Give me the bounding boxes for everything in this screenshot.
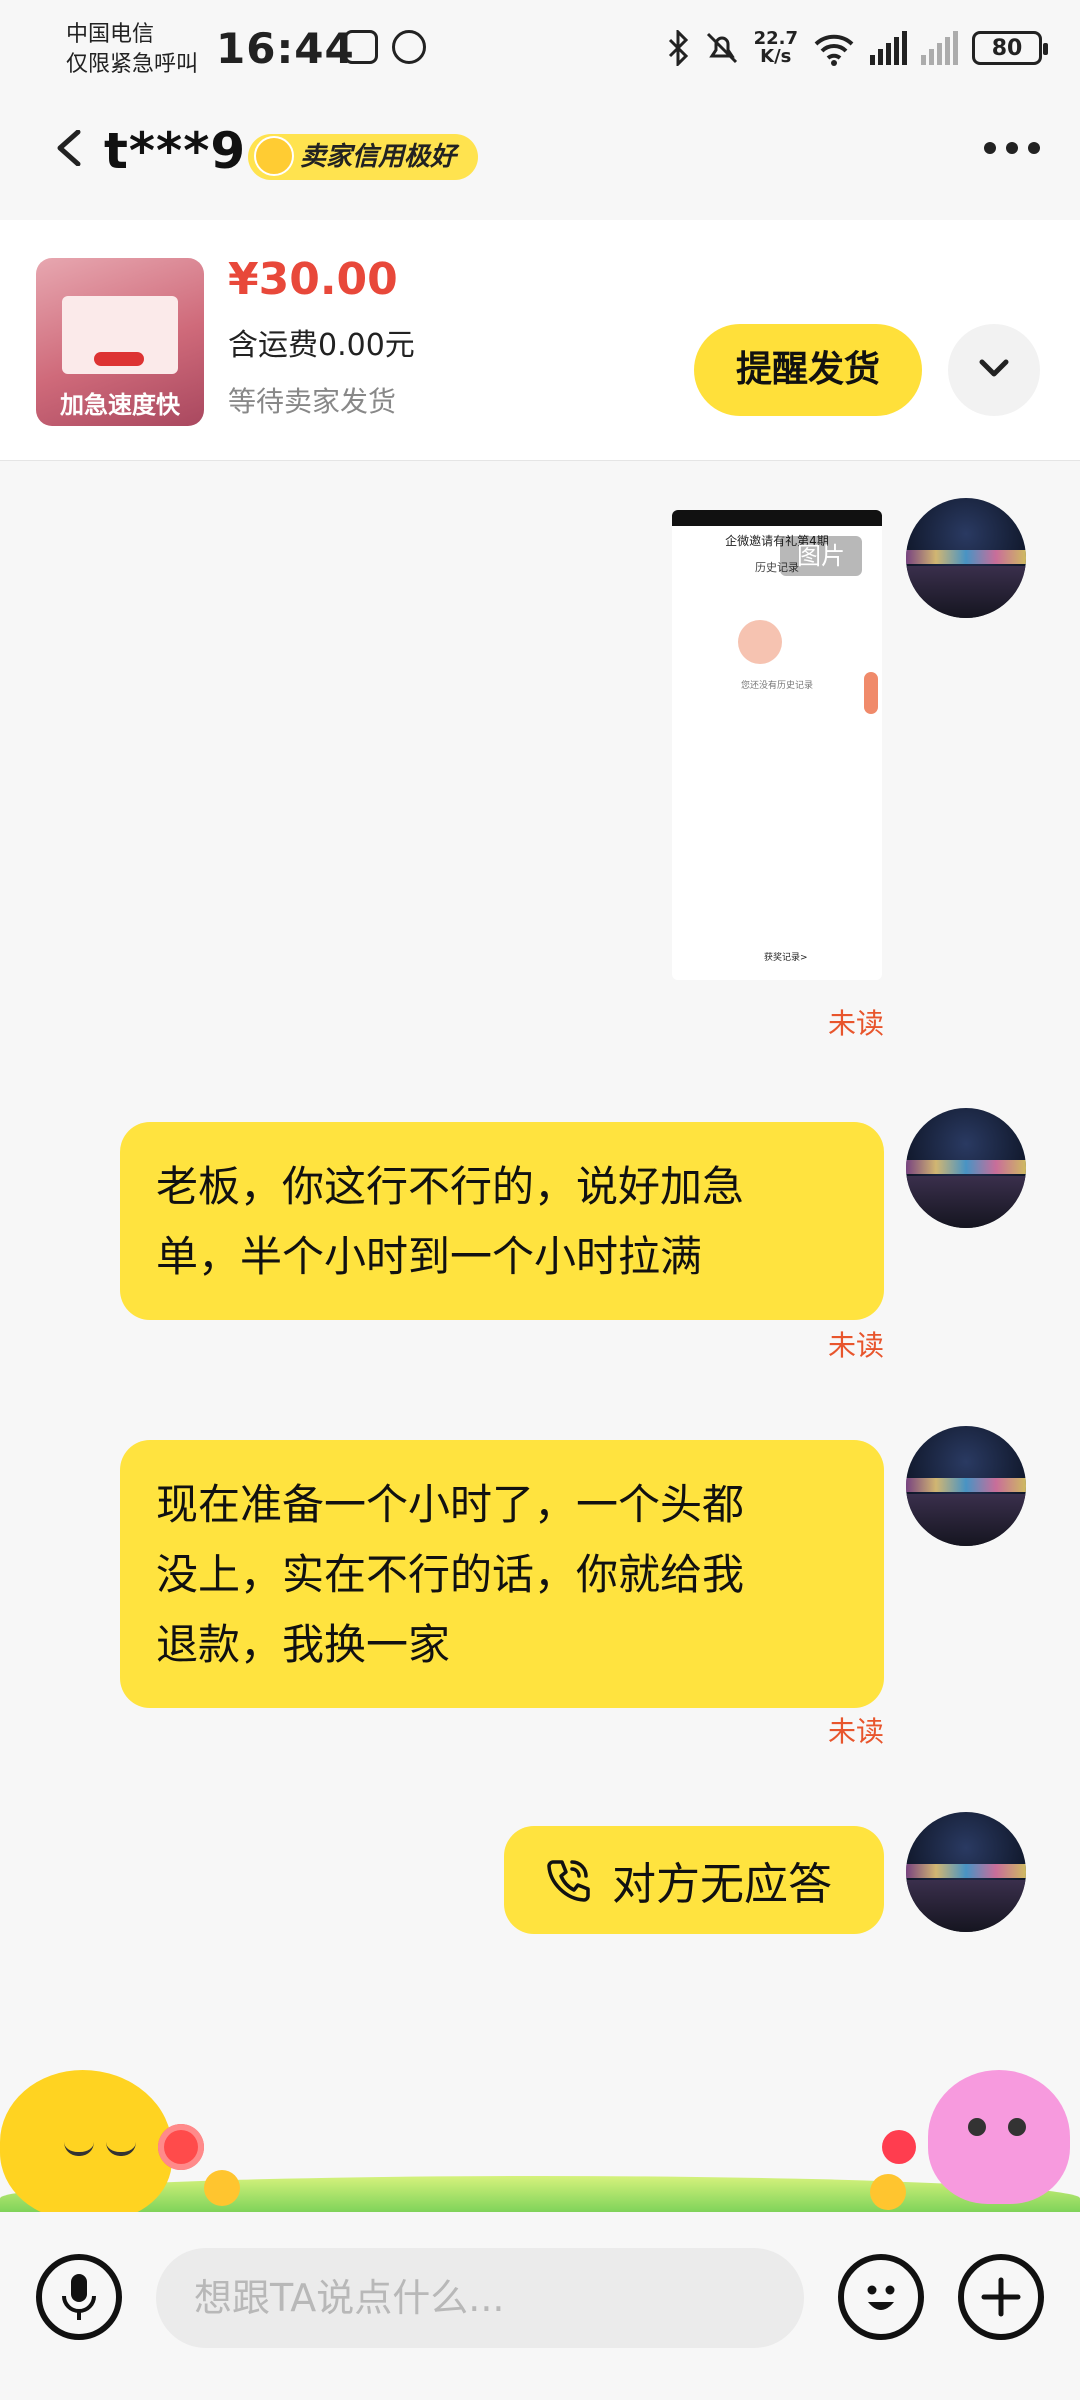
expand-button[interactable] bbox=[948, 324, 1040, 416]
image-tag: 图片 bbox=[780, 536, 862, 576]
chevron-down-icon bbox=[979, 359, 1009, 377]
call-status-text: 对方无应答 bbox=[612, 1859, 832, 1910]
image-preview-side-tag bbox=[864, 672, 878, 714]
product-price: ¥30.00 bbox=[228, 254, 398, 305]
message-line: 单，半个小时到一个小时拉满 bbox=[156, 1232, 703, 1281]
nfc-icon bbox=[344, 30, 378, 64]
smiley-face-icon bbox=[867, 2285, 895, 2310]
pig-mascot-icon bbox=[738, 620, 782, 664]
flower-icon bbox=[158, 2124, 204, 2170]
octopus-mascot-icon bbox=[928, 2070, 1070, 2204]
avatar[interactable] bbox=[906, 1812, 1026, 1932]
image-message[interactable]: 企微邀请有礼第4期 历史记录 您还没有历史记录 获奖记录> 图片 bbox=[672, 510, 882, 980]
call-message[interactable]: 对方无应答 bbox=[504, 1826, 884, 1934]
bluetooth-icon bbox=[668, 30, 688, 66]
avatar[interactable] bbox=[906, 1426, 1026, 1546]
network-speed: 22.7 K/s bbox=[754, 30, 798, 66]
order-status: 等待卖家发货 bbox=[228, 385, 397, 418]
unread-status: 未读 bbox=[827, 1007, 884, 1040]
coin-icon bbox=[204, 2170, 240, 2206]
chick-mascot-icon bbox=[0, 2070, 172, 2212]
phone-icon bbox=[547, 1860, 590, 1902]
message-line: 退款，我换一家 bbox=[156, 1620, 451, 1669]
status-icons: 22.7 K/s 80 bbox=[666, 26, 1048, 70]
5g-signal-icon bbox=[870, 31, 907, 65]
network-speed-unit: K/s bbox=[760, 46, 792, 67]
message-input[interactable] bbox=[156, 2248, 804, 2348]
chat-header: t***9 卖家信用极好 bbox=[0, 100, 1080, 210]
no-signal-icon bbox=[921, 31, 958, 65]
seller-credit-text: 卖家信用极好 bbox=[300, 142, 457, 172]
avatar[interactable] bbox=[906, 1108, 1026, 1228]
clock: 16:44 bbox=[216, 24, 355, 73]
message-line: 没上，实在不行的话，你就给我 bbox=[156, 1550, 745, 1599]
thumbnail-button bbox=[94, 352, 144, 366]
plus-icon bbox=[981, 2277, 1021, 2317]
unread-status: 未读 bbox=[827, 1715, 884, 1748]
emoji-button[interactable] bbox=[838, 2254, 924, 2340]
chat-partner-name[interactable]: t***9 bbox=[104, 122, 246, 180]
carrier-name: 中国电信 bbox=[66, 22, 155, 47]
heart-icon bbox=[882, 2130, 916, 2164]
shipping-fee: 含运费0.00元 bbox=[228, 328, 415, 363]
text-message[interactable]: 老板，你这行不行的，说好加急 单，半个小时到一个小时拉满 bbox=[120, 1122, 884, 1320]
microphone-icon bbox=[62, 2274, 96, 2320]
text-message[interactable]: 现在准备一个小时了，一个头都 没上，实在不行的话，你就给我 退款，我换一家 bbox=[120, 1440, 884, 1708]
coin-icon bbox=[870, 2174, 906, 2210]
remind-shipping-button[interactable]: 提醒发货 bbox=[694, 324, 922, 416]
product-thumbnail[interactable]: 加急速度快 bbox=[36, 258, 204, 426]
battery-icon: 80 bbox=[972, 31, 1048, 65]
mute-icon bbox=[706, 32, 737, 64]
mascot-decoration bbox=[0, 2052, 1080, 2212]
battery-level: 80 bbox=[991, 35, 1023, 61]
order-card[interactable]: 加急速度快 ¥30.00 含运费0.00元 等待卖家发货 提醒发货 bbox=[0, 220, 1080, 461]
back-icon[interactable] bbox=[52, 130, 88, 166]
thumbnail-label: 加急速度快 bbox=[60, 391, 180, 419]
chat-area[interactable]: 企微邀请有礼第4期 历史记录 您还没有历史记录 获奖记录> 图片 未读 老板，你… bbox=[0, 462, 1080, 2052]
carrier-info: 中国电信 仅限紧急呼叫 bbox=[66, 20, 198, 80]
wifi-icon bbox=[814, 34, 854, 66]
message-line: 现在准备一个小时了，一个头都 bbox=[156, 1480, 745, 1529]
emergency-only-text: 仅限紧急呼叫 bbox=[66, 52, 199, 77]
seller-credit-badge[interactable]: 卖家信用极好 bbox=[248, 134, 479, 180]
message-line: 老板，你这行不行的，说好加急 bbox=[156, 1162, 745, 1211]
input-bar bbox=[0, 2212, 1080, 2400]
more-icon[interactable] bbox=[984, 142, 1040, 154]
alarm-icon bbox=[392, 30, 426, 64]
unread-status: 未读 bbox=[827, 1329, 884, 1362]
image-preview-note: 您还没有历史记录 bbox=[740, 681, 813, 691]
voice-button[interactable] bbox=[36, 2254, 122, 2340]
smiley-icon bbox=[254, 136, 294, 176]
status-bar: 中国电信 仅限紧急呼叫 16:44 22.7 K/s 80 bbox=[0, 0, 1080, 100]
avatar[interactable] bbox=[906, 498, 1026, 618]
image-preview-footer: 获奖记录> bbox=[764, 953, 808, 963]
add-button[interactable] bbox=[958, 2254, 1044, 2340]
